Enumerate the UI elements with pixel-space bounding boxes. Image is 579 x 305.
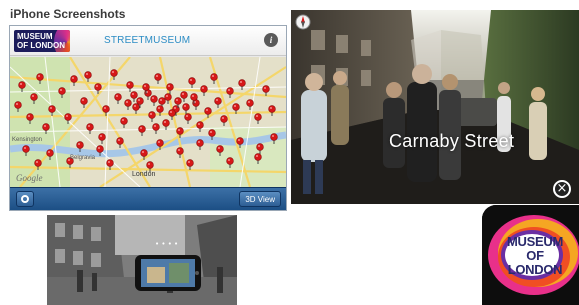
screenshots-heading: iPhone Screenshots <box>10 7 126 21</box>
map-toolbar: 3D View <box>10 187 286 210</box>
google-logo: Google <box>16 173 43 183</box>
info-icon[interactable]: i <box>264 33 278 47</box>
street-name-caption: Carnaby Street <box>389 131 515 151</box>
app-icon[interactable]: MUSEUM OF LONDON <box>482 205 579 305</box>
map-place-label: Belgravia <box>70 155 96 161</box>
compass-icon[interactable] <box>295 14 311 30</box>
london-map[interactable]: Kensington Belgravia London Google <box>10 57 286 187</box>
close-icon[interactable]: × <box>553 180 571 198</box>
map-screenshot[interactable]: MUSEUM OF LONDON STREETMUSEUM i Kensingt… <box>9 25 287 211</box>
ar-screenshot[interactable]: • • • • <box>47 215 237 305</box>
museum-logo: MUSEUM OF LONDON <box>14 30 70 52</box>
locate-icon[interactable] <box>16 191 34 207</box>
page-dots: • • • • <box>155 240 179 248</box>
street-photo <box>291 10 579 204</box>
map-app-header: MUSEUM OF LONDON STREETMUSEUM i <box>10 26 286 56</box>
3d-view-button[interactable]: 3D View <box>239 191 281 207</box>
app-brand-name: STREETMUSEUM <box>104 35 191 46</box>
app-icon-label: MUSEUM OF LONDON <box>507 234 563 277</box>
street-screenshot[interactable]: Carnaby Street × <box>291 10 579 204</box>
map-place-label: Kensington <box>12 137 43 143</box>
ar-photo <box>47 215 237 305</box>
map-place-label: London <box>132 171 156 178</box>
